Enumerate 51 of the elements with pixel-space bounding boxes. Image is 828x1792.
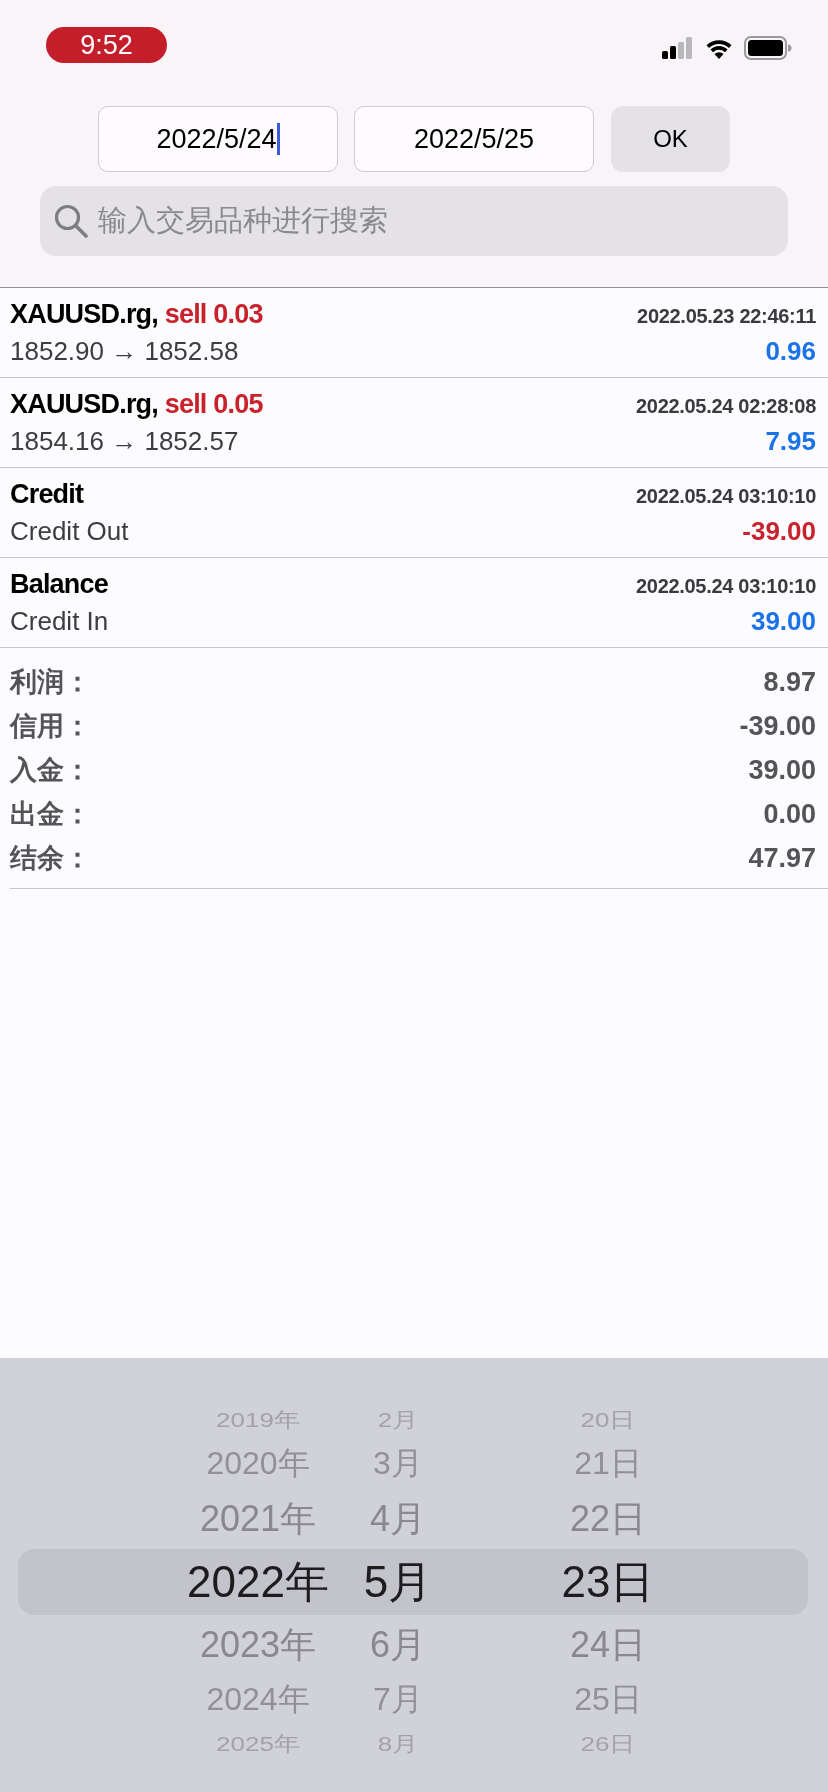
signal-icon xyxy=(662,37,694,59)
status-time: 9:52 xyxy=(46,27,167,63)
summary-value: -39.00 xyxy=(739,710,816,742)
summary-value: 0.00 xyxy=(763,798,816,830)
deal-detail: 1854.16 → 1852.57 xyxy=(10,425,239,457)
summary-label: 利润： xyxy=(10,666,91,699)
ok-button[interactable]: OK xyxy=(611,106,730,172)
picker-selection[interactable]: 2022年 5月 23日 xyxy=(18,1549,808,1615)
deal-title: Credit xyxy=(10,478,84,510)
battery-icon xyxy=(744,36,792,60)
deal-detail: 1852.90 → 1852.58 xyxy=(10,335,239,367)
year-option[interactable]: 2021年 xyxy=(199,1497,317,1539)
search-icon xyxy=(54,204,88,238)
summary-label: 结余： xyxy=(10,842,91,875)
summary-value: 47.97 xyxy=(748,842,816,874)
date-field[interactable]: 2022/5/25 xyxy=(354,106,594,172)
deal-amount: -39.00 xyxy=(742,515,816,547)
month-option[interactable]: 7月 xyxy=(373,1681,423,1717)
deal-detail: Credit In xyxy=(10,605,109,637)
deal-time: 2022.05.24 03:10:10 xyxy=(636,484,816,508)
deal-title: XAUUSD.rg, sell 0.05 xyxy=(10,388,263,420)
deal-time: 2022.05.24 03:10:10 xyxy=(636,574,816,598)
year-option[interactable]: 2022年 xyxy=(187,1556,329,1606)
deal-amount: 7.95 xyxy=(765,425,816,457)
deal-amount: 0.96 xyxy=(765,335,816,367)
day-option[interactable]: 21日 xyxy=(574,1445,642,1481)
month-option[interactable]: 5月 xyxy=(363,1556,433,1606)
day-option[interactable]: 22日 xyxy=(569,1497,646,1539)
summary-label: 出金： xyxy=(10,798,91,831)
day-option[interactable]: 24日 xyxy=(569,1623,646,1665)
deal-time: 2022.05.24 02:28:08 xyxy=(636,394,816,418)
summary-label: 入金： xyxy=(10,754,91,787)
year-option[interactable]: 2024年 xyxy=(206,1681,310,1717)
wifi-icon xyxy=(704,37,734,59)
day-option[interactable]: 23日 xyxy=(561,1556,655,1606)
month-option[interactable]: 6月 xyxy=(370,1623,426,1665)
deal-amount: 39.00 xyxy=(750,605,816,637)
deal-detail: Credit Out xyxy=(10,515,129,547)
summary-label: 信用： xyxy=(10,710,91,743)
summary-value: 8.97 xyxy=(763,666,816,698)
date-field[interactable]: 2022/5/24 xyxy=(98,106,338,172)
month-option[interactable]: 4月 xyxy=(370,1497,426,1539)
year-option[interactable]: 2023年 xyxy=(199,1623,317,1665)
deal-title: Balance xyxy=(10,568,108,600)
year-option[interactable]: 2020年 xyxy=(206,1445,310,1481)
summary-value: 39.00 xyxy=(748,754,816,786)
month-option[interactable]: 3月 xyxy=(373,1445,423,1481)
deal-time: 2022.05.23 22:46:11 xyxy=(637,304,816,328)
search-field[interactable]: 输入交易品种进行搜索 xyxy=(40,186,788,256)
deal-title: XAUUSD.rg, sell 0.03 xyxy=(10,298,263,330)
day-option[interactable]: 25日 xyxy=(574,1681,642,1717)
